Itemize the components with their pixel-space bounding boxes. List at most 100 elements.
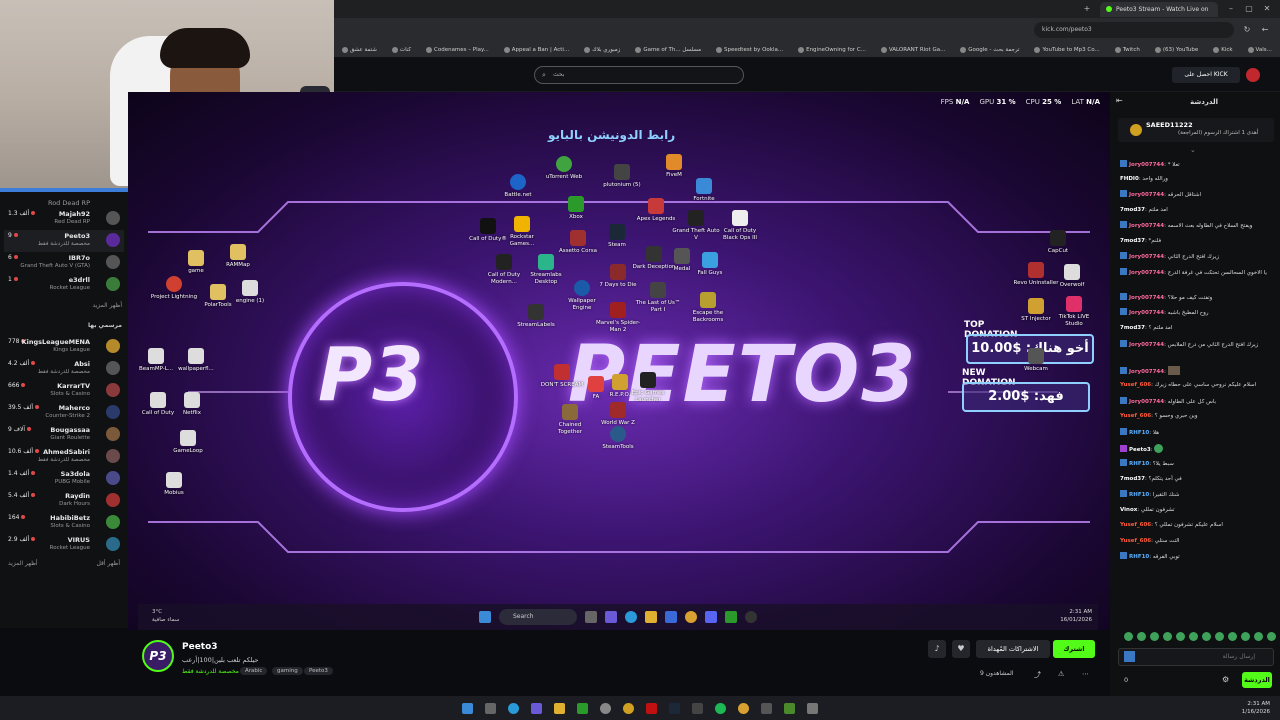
- get-kick-button[interactable]: احصل على KICK: [1172, 67, 1240, 83]
- desktop-icon[interactable]: wallpaperfl...: [172, 348, 220, 373]
- emote-bar[interactable]: [1124, 632, 1276, 641]
- obs-icon[interactable]: [745, 611, 757, 623]
- bookmark-item[interactable]: شتمة عشق: [342, 46, 377, 53]
- desktop-icon[interactable]: StreamLabels: [512, 304, 560, 329]
- app-icon[interactable]: [807, 702, 818, 714]
- chat-send-button[interactable]: الدردشة: [1242, 672, 1272, 688]
- video-player[interactable]: FPS N/A GPU 31 % CPU 25 % LAT N/A رابط ا…: [128, 92, 1110, 630]
- show-less-link[interactable]: أظهر أقل: [96, 560, 120, 567]
- bookmark-item[interactable]: Twitch: [1114, 46, 1140, 53]
- sidebar-channel[interactable]: 666 KarrarTV Slots & Casino: [4, 380, 124, 402]
- emote-icon[interactable]: [1137, 632, 1146, 641]
- emote-icon[interactable]: [1215, 632, 1224, 641]
- netflix-icon[interactable]: [646, 702, 657, 714]
- desktop-icon[interactable]: Epic Games Launcher: [624, 372, 672, 403]
- desktop-icon[interactable]: Fall Guys: [686, 252, 734, 277]
- reload-icon[interactable]: ↻: [1242, 25, 1252, 35]
- desktop-icon[interactable]: FiveM: [650, 154, 698, 179]
- sidebar-channel[interactable]: 10.6 ألف AhmedSabiri مخصصة للدردشة فقط: [4, 446, 124, 468]
- desktop-icon[interactable]: TikTok LIVE Studio: [1050, 296, 1098, 327]
- settings-gear-icon[interactable]: ⚙: [1222, 675, 1229, 684]
- tag-chip[interactable]: gaming: [272, 667, 303, 675]
- sidebar-channel[interactable]: 5.4 ألف Raydin Dark Hours: [4, 490, 124, 512]
- store-icon[interactable]: [665, 611, 677, 623]
- desktop-icon[interactable]: game: [172, 250, 220, 275]
- copilot-icon[interactable]: [605, 611, 617, 623]
- windows-start-icon[interactable]: [479, 611, 491, 623]
- bookmark-item[interactable]: Codenames – Play...: [426, 46, 489, 53]
- chevron-down-icon[interactable]: ⌄: [1190, 146, 1196, 154]
- sidebar-channel[interactable]: 4.2 ألف Absi مخصصة للدردشة فقط: [4, 358, 124, 380]
- pinned-message[interactable]: SAEED11222 أهدى 1 اشتراك الرسوم (المراجع…: [1118, 118, 1274, 142]
- stream-category[interactable]: مخصصة للدردشة فقط: [182, 668, 239, 675]
- emote-icon[interactable]: [1163, 632, 1172, 641]
- sidebar-channel[interactable]: 39.5 ألف Maherco Counter-Strike 2: [4, 402, 124, 424]
- explorer-icon[interactable]: [554, 702, 565, 714]
- desktop-icon[interactable]: GameLoop: [164, 430, 212, 455]
- sidebar-channel-active[interactable]: 9 Peeto3 مخصصة للدردشة فقط: [4, 230, 124, 252]
- minecraft-icon[interactable]: [784, 702, 795, 714]
- taskbar-clock[interactable]: 2:31 AM 16/01/2026: [1060, 608, 1092, 624]
- sidebar-channel[interactable]: 1.4 ألف Sa3dola PUBG Mobile: [4, 468, 124, 490]
- bookmark-item[interactable]: Vals...: [1247, 46, 1272, 53]
- desktop-icon[interactable]: Escape the Backrooms: [684, 292, 732, 323]
- task-view-icon[interactable]: [485, 702, 496, 714]
- channel-avatar[interactable]: P3: [142, 640, 174, 672]
- bookmark-item[interactable]: (63) YouTube: [1154, 46, 1198, 53]
- bookmark-item[interactable]: VALORANT Riot Ga...: [880, 46, 945, 53]
- bookmark-item[interactable]: زمبوري بلاك: [584, 46, 620, 53]
- desktop-icon[interactable]: World War Z: [594, 402, 642, 427]
- xbox-icon[interactable]: [577, 702, 588, 714]
- steam-icon[interactable]: [669, 702, 680, 714]
- collapse-chat-icon[interactable]: ⇤: [1116, 96, 1123, 105]
- spotify-icon[interactable]: [715, 702, 726, 714]
- close-window-icon[interactable]: ✕: [1262, 4, 1272, 14]
- desktop-icon[interactable]: Call of Duty Modern...: [480, 254, 528, 285]
- show-more-link[interactable]: أظهر المزيد: [92, 302, 122, 309]
- back-icon[interactable]: ←: [1260, 25, 1270, 35]
- os-clock[interactable]: 2:31 AM 1/16/2026: [1242, 700, 1270, 716]
- bookmark-item[interactable]: EngineOwning for C...: [798, 46, 866, 53]
- desktop-icon[interactable]: plutonium (5): [598, 164, 646, 189]
- discord-icon[interactable]: [705, 611, 717, 623]
- desktop-icon[interactable]: Xbox: [552, 196, 600, 221]
- more-icon[interactable]: ⋯: [1082, 670, 1089, 678]
- chrome-icon[interactable]: [685, 611, 697, 623]
- desktop-icon[interactable]: Marvel's Spider-Man 2: [594, 302, 642, 333]
- desktop-icon[interactable]: Grand Theft Auto V: [672, 210, 720, 241]
- desktop-icon[interactable]: FA: [572, 376, 620, 401]
- xbox-icon[interactable]: [725, 611, 737, 623]
- sidebar-channel[interactable]: 1.3 ألف Majah92 Red Dead RP: [4, 208, 124, 230]
- weather-widget[interactable]: 3°C سماء صافية: [152, 608, 179, 624]
- edge-icon[interactable]: [508, 702, 519, 714]
- heart-icon[interactable]: ♥: [952, 640, 970, 658]
- notification-bell-icon[interactable]: ♪: [928, 640, 946, 658]
- app-icon[interactable]: [761, 702, 772, 714]
- desktop-icon[interactable]: RAMMap: [214, 244, 262, 269]
- settings-icon[interactable]: [600, 702, 611, 714]
- follow-button[interactable]: اشترك: [1053, 640, 1095, 658]
- desktop-icon[interactable]: CapCut: [1034, 230, 1082, 255]
- chat-input[interactable]: إرسال رسالة: [1118, 648, 1274, 666]
- emote-icon[interactable]: [1228, 632, 1237, 641]
- desktop-icon[interactable]: SteamTools: [594, 426, 642, 451]
- desktop-icon[interactable]: Webcam: [1012, 348, 1060, 373]
- sidebar-channel[interactable]: 6 IBR7o Grand Theft Auto V (GTA): [4, 252, 124, 274]
- emote-icon[interactable]: [1267, 632, 1276, 641]
- minimize-icon[interactable]: –: [1226, 4, 1236, 14]
- browser-tab-active[interactable]: Peeto3 Stream - Watch Live on: [1100, 1, 1218, 17]
- desktop-icon[interactable]: Fortnite: [680, 178, 728, 203]
- desktop-icon[interactable]: Mobius: [150, 472, 198, 497]
- desktop-icon[interactable]: Netflix: [168, 392, 216, 417]
- emote-icon[interactable]: [1254, 632, 1263, 641]
- bookmark-item[interactable]: Game of Th... مسلسل: [635, 46, 701, 53]
- bookmark-item[interactable]: Appeal a Ban | Acti...: [503, 46, 569, 53]
- bookmark-item[interactable]: كنات: [391, 46, 411, 53]
- sidebar-channel[interactable]: 2.9 ألف VIRUS Rocket League: [4, 534, 124, 556]
- desktop-icon[interactable]: uTorrent Web: [540, 156, 588, 181]
- app-icon[interactable]: [623, 702, 634, 714]
- app-icon[interactable]: [692, 702, 703, 714]
- url-field[interactable]: kick.com/peeto3: [1034, 22, 1234, 38]
- sidebar-channel[interactable]: 1 e3drll Rocket League: [4, 274, 124, 296]
- share-icon[interactable]: ⤴: [1034, 670, 1041, 680]
